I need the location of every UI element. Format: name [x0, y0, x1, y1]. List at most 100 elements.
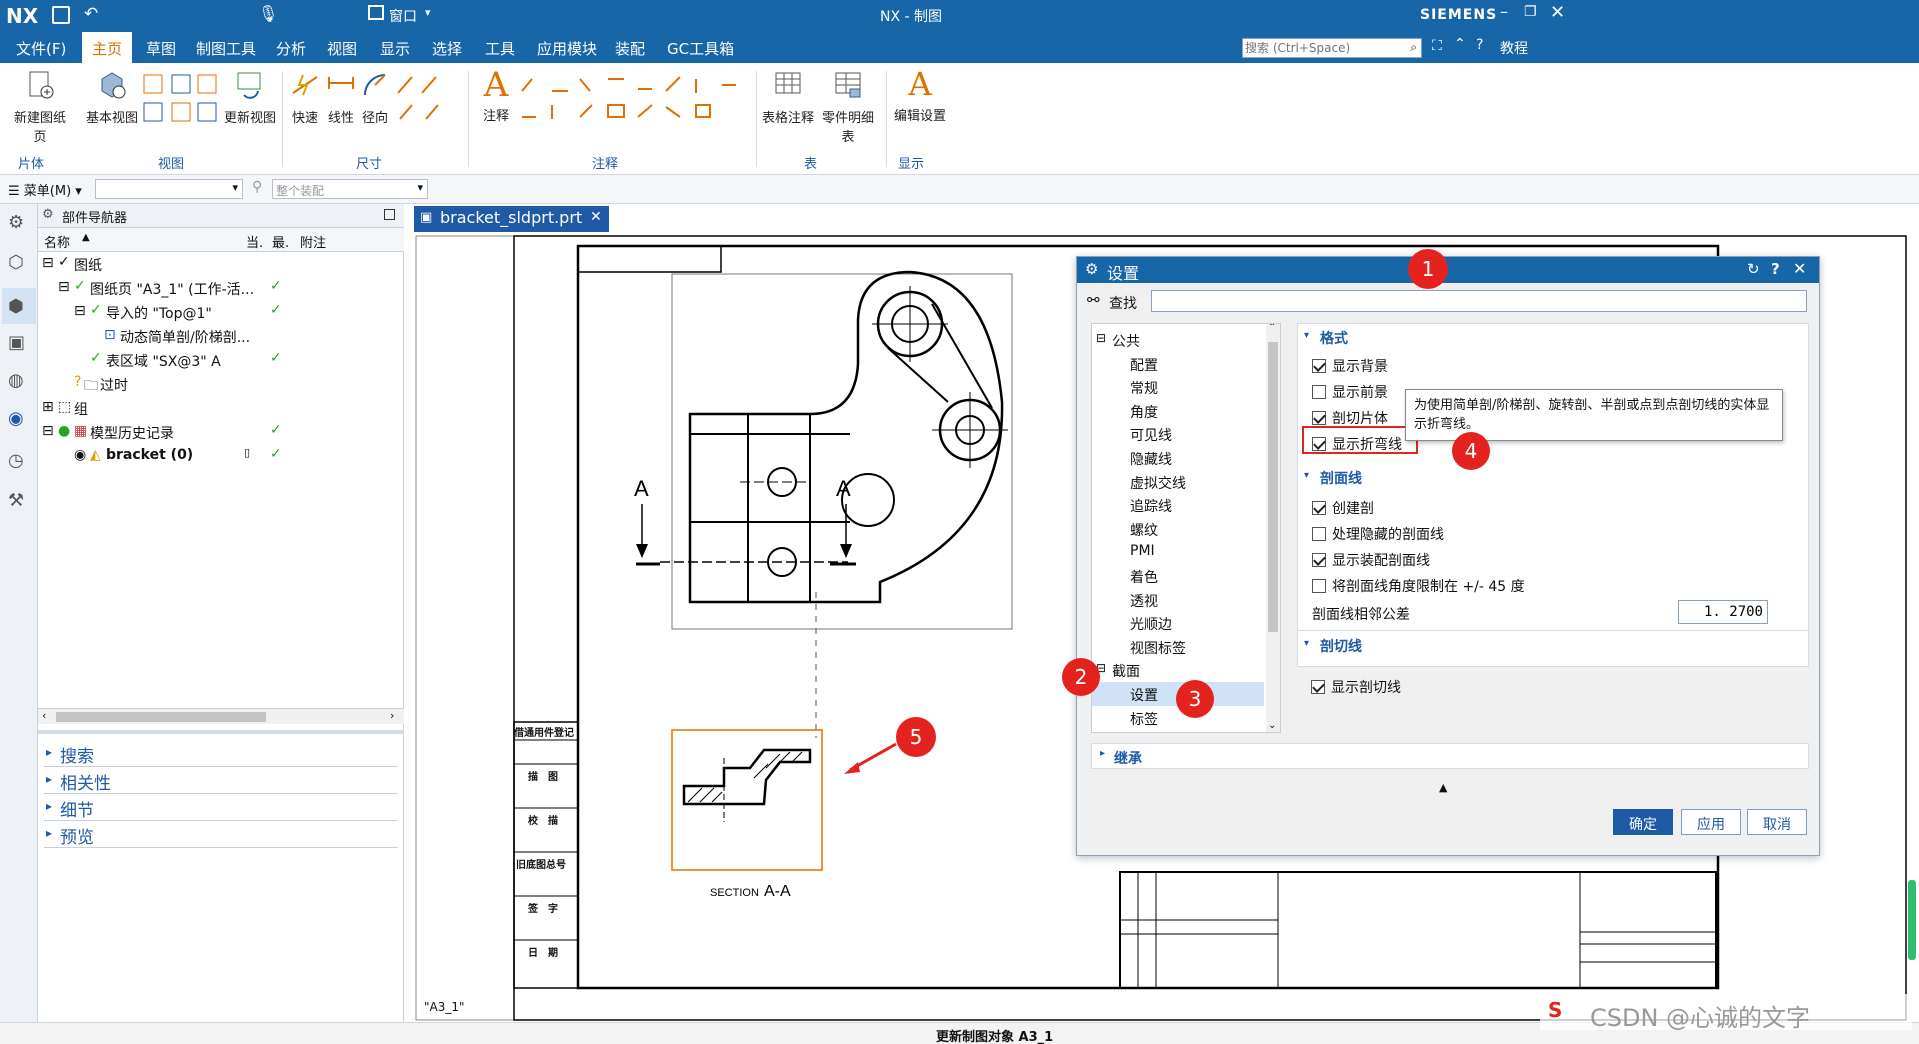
collapse-icon[interactable]: ⊟: [42, 255, 54, 271]
category-item[interactable]: 常规: [1092, 375, 1264, 399]
tab-assembly[interactable]: 装配: [615, 38, 645, 59]
collapse-icon[interactable]: ⊟: [1096, 331, 1106, 345]
category-item[interactable]: 光顺边: [1092, 611, 1264, 635]
category-item[interactable]: 视图标签: [1092, 635, 1264, 659]
ok-button[interactable]: 确定: [1613, 809, 1673, 835]
base-view-button[interactable]: 基本视图: [84, 69, 140, 126]
section-view[interactable]: SECTION A-A: [671, 729, 823, 900]
accordion-details[interactable]: 细节: [60, 796, 94, 821]
gear-icon[interactable]: ⚙: [8, 212, 24, 233]
minimize-button[interactable]: –: [1500, 2, 1508, 21]
menu-button[interactable]: ☰ 菜单(M) ▾: [8, 180, 82, 199]
part-file-tab[interactable]: ▣ bracket_sldprt.prt ✕: [414, 206, 609, 232]
category-item[interactable]: 虚拟交线: [1092, 470, 1264, 494]
mic-icon[interactable]: 🎙: [258, 4, 278, 23]
vertical-scroll-indicator[interactable]: [1908, 880, 1916, 960]
radial-dimension-button[interactable]: 径向: [358, 69, 392, 126]
show-assembly-hatch-checkbox[interactable]: 显示装配剖面线: [1312, 550, 1430, 570]
ime-logo-icon[interactable]: S: [1548, 998, 1562, 1022]
tree-scrollbar[interactable]: ⌃ ⌄: [1266, 324, 1280, 732]
expand-icon[interactable]: ⊞: [42, 399, 54, 415]
horizontal-scrollbar[interactable]: ‹ ›: [38, 708, 404, 724]
command-search[interactable]: ⌕: [1242, 38, 1422, 58]
category-item[interactable]: ⊟ 公共: [1092, 328, 1264, 352]
undo-icon[interactable]: ↶: [84, 4, 98, 24]
roles-icon[interactable]: ⚒: [8, 490, 24, 511]
window-icon[interactable]: [368, 5, 384, 20]
tab-file[interactable]: 文件(F): [16, 38, 66, 59]
checkbox-icon[interactable]: [1312, 411, 1326, 425]
tab-display[interactable]: 显示: [380, 38, 410, 59]
collapse-icon[interactable]: ⊟: [42, 423, 54, 439]
category-item[interactable]: 追踪线: [1092, 493, 1264, 517]
cancel-button[interactable]: 取消: [1747, 809, 1807, 835]
tree-row[interactable]: ✓ 表区域 "SX@3" A ✓: [38, 348, 398, 372]
tab-sketch[interactable]: 草图: [146, 38, 176, 59]
panel-splitter[interactable]: [38, 730, 404, 734]
chevron-down-icon[interactable]: ▾: [1304, 638, 1309, 649]
annotation-tools-icon[interactable]: [516, 71, 746, 125]
assembly-navigator-icon[interactable]: ⬡: [8, 252, 24, 273]
dimension-tools-icon[interactable]: [392, 71, 464, 125]
tree-row[interactable]: ⊟ ✓ 图纸: [38, 252, 398, 276]
tab-analysis[interactable]: 分析: [276, 38, 306, 59]
part-navigator-tab[interactable]: ⬢: [2, 288, 36, 324]
category-item[interactable]: ⊟ 截面: [1092, 658, 1264, 682]
tree-row[interactable]: ⊟ ✓ 图纸页 "A3_1" (工作-活... ✓: [38, 276, 398, 300]
show-foreground-checkbox[interactable]: 显示前景: [1312, 382, 1388, 402]
filter-icon[interactable]: ⚲: [252, 179, 262, 195]
close-button[interactable]: ✕: [1550, 2, 1565, 23]
scroll-down-icon[interactable]: ⌄: [1268, 720, 1276, 731]
category-item[interactable]: 配置: [1092, 352, 1264, 376]
rapid-dimension-button[interactable]: 快速: [288, 69, 322, 126]
assembly-filter-select[interactable]: 整个装配 ▾: [272, 179, 428, 199]
scroll-up-icon[interactable]: ⌃: [1268, 324, 1276, 333]
history-icon[interactable]: ◷: [8, 450, 24, 471]
checkbox-icon[interactable]: [1312, 553, 1326, 567]
checkbox-icon[interactable]: [1312, 385, 1326, 399]
tree-row[interactable]: ? 🗀 过时: [38, 372, 398, 396]
chevron-down-icon[interactable]: ▾: [1304, 330, 1309, 341]
accordion-preview[interactable]: 预览: [60, 823, 94, 848]
fullscreen-icon[interactable]: ⛶: [1432, 38, 1442, 54]
chevron-down-icon[interactable]: ▾: [1304, 470, 1309, 481]
column-notes[interactable]: 附注: [300, 232, 326, 251]
cutline-header[interactable]: 剖切线: [1320, 636, 1362, 656]
collapse-icon[interactable]: ⊟: [1096, 732, 1106, 733]
limit-hatch-angle-checkbox[interactable]: 将剖面线角度限制在 +/- 45 度: [1312, 576, 1525, 596]
tab-select[interactable]: 选择: [432, 38, 462, 59]
eye-icon[interactable]: ◉: [74, 447, 86, 463]
category-item[interactable]: 角度: [1092, 399, 1264, 423]
column-current[interactable]: 当.: [246, 232, 263, 251]
update-view-button[interactable]: 更新视图: [222, 69, 278, 126]
tab-applications[interactable]: 应用模块: [537, 38, 597, 59]
show-cutline-checkbox[interactable]: 显示剖切线: [1311, 677, 1401, 697]
new-sheet-button[interactable]: 新建图纸页: [8, 69, 72, 145]
hatch-header[interactable]: 剖面线: [1320, 468, 1362, 488]
scroll-thumb[interactable]: [56, 712, 266, 722]
hd3d-icon[interactable]: ◍: [8, 370, 24, 391]
section-sheet-body-checkbox[interactable]: 剖切片体: [1312, 408, 1388, 428]
linear-dimension-button[interactable]: 线性: [324, 69, 358, 126]
checkbox-icon[interactable]: [1312, 579, 1326, 593]
main-view[interactable]: A A: [634, 270, 1013, 738]
column-latest[interactable]: 最.: [272, 232, 289, 251]
close-tab-icon[interactable]: ✕: [590, 209, 602, 225]
tab-view[interactable]: 视图: [327, 38, 357, 59]
type-filter-select[interactable]: ▾: [95, 179, 243, 199]
collapse-icon[interactable]: ⊟: [74, 303, 86, 319]
column-name[interactable]: 名称: [44, 232, 70, 251]
note-button[interactable]: A 注释: [476, 65, 516, 124]
checkbox-icon[interactable]: [1312, 359, 1326, 373]
collapse-icon[interactable]: ⊟: [58, 279, 70, 295]
scroll-left-icon[interactable]: ‹: [42, 709, 46, 722]
edit-settings-button[interactable]: A 编辑设置: [892, 65, 948, 124]
tree-row[interactable]: ◉ ◭ bracket (0) ▯ ✓: [38, 444, 398, 468]
create-hatch-checkbox[interactable]: 创建剖: [1312, 498, 1374, 518]
checkbox-icon[interactable]: [1312, 501, 1326, 515]
category-item[interactable]: ⊟ 剖切线: [1092, 729, 1264, 733]
view-tools-icon[interactable]: [138, 71, 228, 125]
category-item[interactable]: 透视: [1092, 588, 1264, 612]
maximize-icon[interactable]: [384, 209, 395, 220]
apply-button[interactable]: 应用: [1681, 809, 1741, 835]
